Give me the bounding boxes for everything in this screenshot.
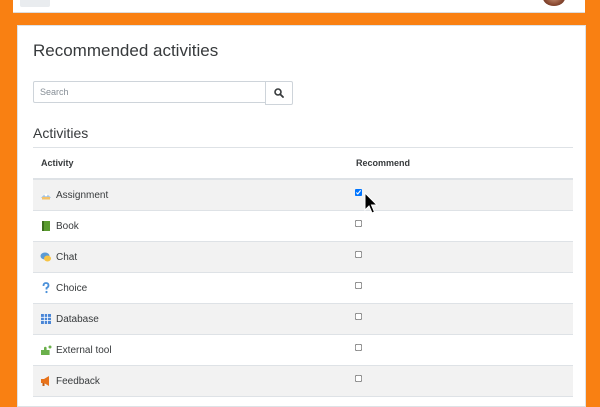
section-title: Activities [33,125,89,141]
activity-name: Database [56,314,99,325]
table-row: Choice [33,273,573,304]
user-avatar[interactable] [543,0,565,6]
activity-name: Chat [56,252,78,263]
assignment-icon [41,193,51,200]
activity-name: Assignment [56,190,109,201]
main-card: Recommended activities Activities Activi… [17,25,586,407]
table-row: Assignment [33,180,573,211]
page-title: Recommended activities [33,41,219,60]
search-input[interactable] [33,81,266,103]
recommend-checkbox[interactable] [354,281,363,290]
activity-name: Book [56,221,79,232]
table-row: Feedback [33,366,573,397]
recommend-checkbox[interactable] [354,374,363,383]
recommend-checkbox[interactable] [354,250,363,259]
table-row: External tool [33,335,573,366]
feedback-icon [41,376,49,386]
column-header-recommend: Recommend [356,158,411,168]
recommend-checkbox[interactable] [354,188,363,197]
navbar-breadcrumb: · · · · · · · · [69,0,130,5]
external-tool-icon [41,345,52,355]
activity-name: Choice [56,283,88,294]
table-header: Activity Recommend [33,147,573,180]
book-icon [42,221,50,231]
recommend-checkbox[interactable] [354,312,363,321]
top-navbar: · · · · · · · · [13,0,585,13]
search-button[interactable] [265,81,293,105]
table-row: Book [33,211,573,242]
database-icon [41,314,51,324]
table-row: Database [33,304,573,335]
activities-table: Activity Recommend Assignment Book Chat … [33,147,573,397]
recommend-checkbox[interactable] [354,219,363,228]
recommend-checkbox[interactable] [354,343,363,352]
activity-name: External tool [56,345,112,356]
nav-drawer-button[interactable] [20,0,50,7]
column-header-activity: Activity [41,158,74,168]
table-row: Chat [33,242,573,273]
activity-name: Feedback [56,376,100,387]
search-icon [274,88,284,98]
choice-icon [42,282,50,294]
chat-icon [40,252,51,262]
